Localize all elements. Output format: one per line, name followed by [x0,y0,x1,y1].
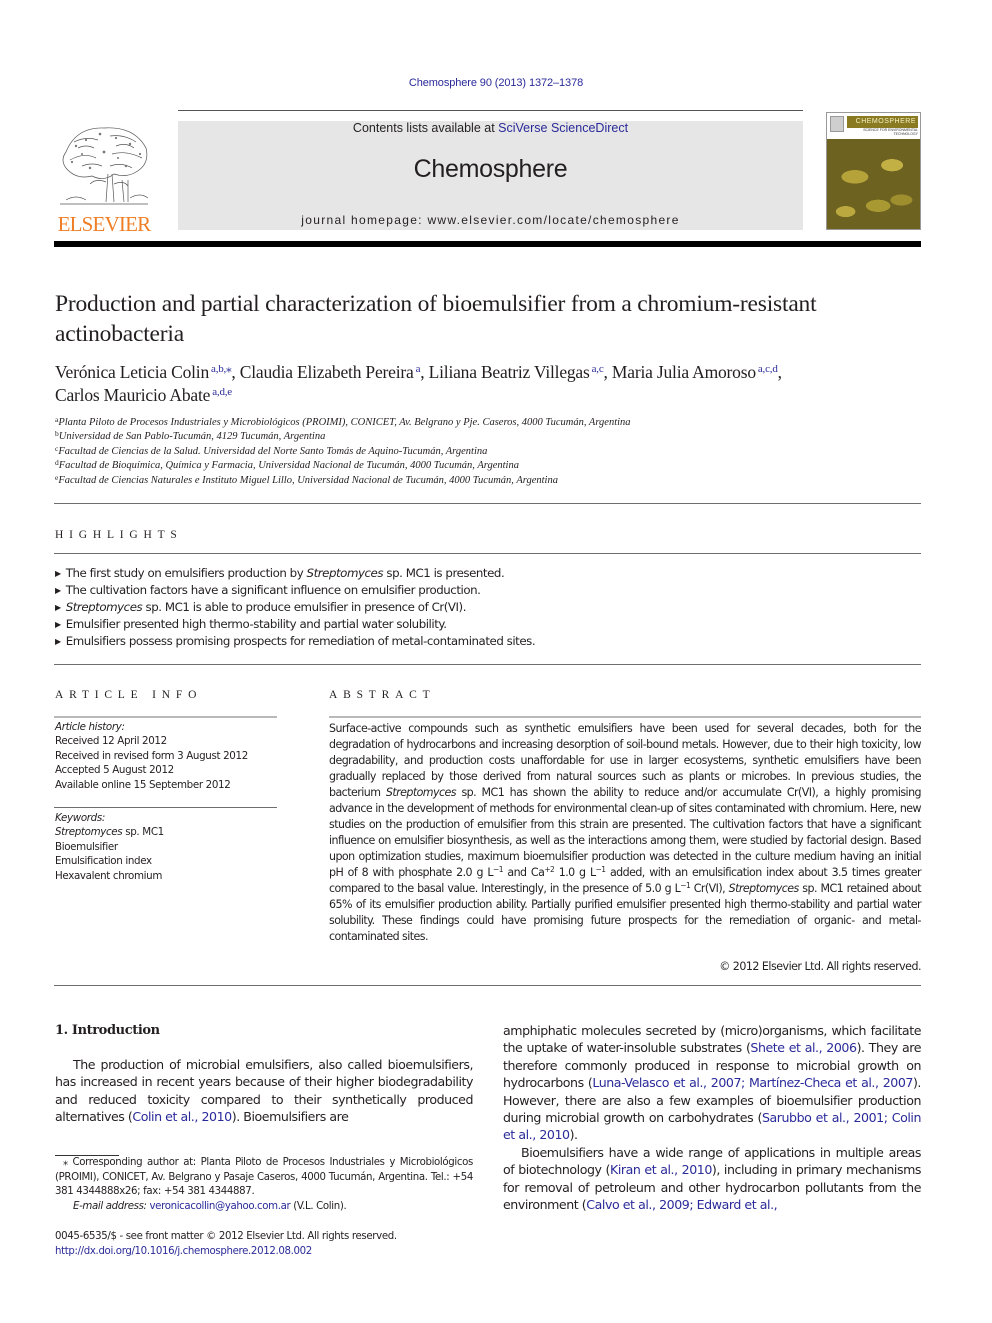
author-name: Liliana Beatriz Villegas [428,362,590,382]
author-name: Claudia Elizabeth Pereira [239,362,414,382]
history-item: Received in revised form 3 August 2012 [55,749,248,762]
divider [54,985,921,986]
keyword-item: Hexavalent chromium [55,869,163,882]
author-name: Maria Julia Amoroso [611,362,756,382]
affiliation-item: aPlanta Piloto de Procesos Industriales … [55,416,925,430]
keyword-item: Streptomyces sp. MC1 [55,825,285,839]
highlights-heading: HIGHLIGHTS [55,529,183,541]
article-info-heading: ARTICLE INFO [55,689,203,701]
header-top-rule [178,110,803,111]
affiliation-text: Facultad de Bioquímica, Química y Farmac… [58,460,519,472]
elsevier-tree-icon [60,127,149,205]
journal-name: Chemosphere [413,155,568,183]
doi-link[interactable]: http://dx.doi.org/10.1016/j.chemosphere.… [55,1245,485,1260]
affiliation-list: aPlanta Piloto de Procesos Industriales … [55,416,925,488]
cover-title: CHEMOSPHERE [847,116,918,128]
highlights-list: ▶ The first study on emulsifiers producti… [55,565,925,650]
email-link[interactable]: veronicacollin@yahoo.com.ar [150,1201,291,1212]
keyword-item: Bioemulsifier [55,840,118,853]
highlight-item: ▶ Emulsifier presented high thermo-stabil… [55,617,447,631]
page-footer: 0045-6535/$ - see front matter © 2012 El… [55,1230,485,1259]
affiliation-item: dFacultad de Bioquímica, Química y Farma… [55,459,925,473]
keywords: Keywords: Streptomyces sp. MC1 Bioemulsi… [55,811,285,883]
affiliation-text: Facultad de Ciencias de la Salud. Univer… [58,445,488,457]
elsevier-wordmark: ELSEVIER [57,212,152,236]
divider [54,553,921,554]
bullet-triangle-icon: ▶ [55,569,61,578]
section-heading-introduction: 1. Introduction [55,1023,160,1038]
author-separator: , [420,362,429,382]
divider [54,503,921,504]
bullet-triangle-icon: ▶ [55,586,61,595]
sciencedirect-link[interactable]: SciVerse ScienceDirect [498,121,628,135]
keywords-label: Keywords: [55,812,105,824]
abstract-copyright: © 2012 Elsevier Ltd. All rights reserved… [719,960,921,973]
abstract-heading: ABSTRACT [329,689,436,701]
highlight-item: ▶ Streptomyces sp. MC1 is able to produce… [55,600,467,614]
affiliation-text: Planta Piloto de Procesos Industriales y… [58,417,631,428]
journal-citation[interactable]: Chemosphere 90 (2013) 1372–1378 [0,77,992,89]
paragraph: The production of microbial emulsifiers,… [55,1057,473,1125]
history-item: Available online 15 September 2012 [55,778,231,791]
affiliation-text: Facultad de Ciencias Naturales e Institu… [58,474,558,486]
footnote-text: ⁎ Corresponding author at: Planta Piloto… [55,1157,473,1198]
article-history: Article history: Received 12 April 2012 … [55,720,285,792]
article-title: Production and partial characterization … [55,291,817,347]
cover-publisher-icon [830,116,844,132]
issn-line: 0045-6535/$ - see front matter © 2012 El… [55,1231,397,1242]
divider [54,807,277,808]
divider [329,716,921,718]
bullet-triangle-icon: ▶ [55,637,61,646]
author-list: Verónica Leticia Colin a,b,⁎, Claudia El… [55,361,925,407]
abstract-text: Surface-active compounds such as synthet… [329,722,922,943]
corresponding-author-footnote: ⁎ Corresponding author at: Planta Piloto… [55,1156,473,1214]
affiliation-marker[interactable]: a,b,⁎ [209,363,232,375]
contents-availability: Contents lists available at SciVerse Sci… [178,121,803,135]
affiliation-text: Universidad de San Pablo-Tucumán, 4129 T… [58,431,326,443]
affiliation-marker[interactable]: a,c [590,363,604,375]
introduction-right-column: amphiphatic molecules secreted by (micro… [503,1022,921,1213]
journal-cover-image: CHEMOSPHERE SCIENCE FOR ENVIRONMENTAL TE… [826,112,921,230]
paragraph: amphiphatic molecules secreted by (micro… [503,1023,922,1143]
header-thick-rule [54,241,921,247]
reference-link[interactable]: Calvo et al., 2009; Edward et al., [586,1197,777,1212]
reference-link[interactable]: Luna-Velasco et al., 2007; Martínez-Chec… [592,1075,913,1090]
affiliation-item: bUniversidad de San Pablo-Tucumán, 4129 … [55,430,925,444]
affiliation-marker[interactable]: a,c,d [756,363,778,375]
introduction-left-column: The production of microbial emulsifiers,… [55,1056,473,1126]
keyword-italic: Streptomyces [55,826,123,839]
footnote-email: E-mail address: veronicacollin@yahoo.com… [73,1200,347,1212]
keyword-item: Emulsification index [55,855,152,868]
reference-link[interactable]: Shete et al., 2006 [750,1040,857,1055]
keyword-rest: sp. MC1 [122,826,164,839]
author-separator: , [777,362,782,382]
journal-homepage: journal homepage: www.elsevier.com/locat… [178,213,803,227]
highlight-item: ▶ The cultivation factors have a signific… [55,583,481,597]
reference-link[interactable]: Colin et al., 2010 [132,1109,232,1124]
author-name: Verónica Leticia Colin [55,362,210,382]
bullet-triangle-icon: ▶ [55,603,61,612]
elsevier-logo: ELSEVIER [54,118,154,236]
author-separator: , [603,362,612,382]
history-item: Accepted 5 August 2012 [55,764,174,777]
cover-subtitle: SCIENCE FOR ENVIRONMENTAL TECHNOLOGY [863,128,918,136]
author-name: Carlos Mauricio Abate [55,385,211,405]
divider [54,664,921,665]
article-history-label: Article history: [55,721,125,733]
affiliation-item: cFacultad de Ciencias de la Salud. Unive… [55,445,925,459]
author-separator: , [231,362,240,382]
highlight-item: ▶ The first study on emulsifiers producti… [55,566,505,580]
bullet-triangle-icon: ▶ [55,620,61,629]
homepage-url[interactable]: www.elsevier.com/locate/chemosphere [427,213,679,227]
homepage-label: journal homepage: [301,213,428,227]
highlight-item: ▶ Emulsifiers possess promising prospects… [55,634,536,648]
reference-link[interactable]: Kiran et al., 2010 [610,1162,712,1177]
history-item: Received 12 April 2012 [55,735,167,748]
contents-prefix: Contents lists available at [352,121,499,135]
paragraph: Bioemulsifiers have a wide range of appl… [503,1144,922,1213]
affiliation-marker[interactable]: a,d,e [210,386,232,398]
affiliation-item: eFacultad de Ciencias Naturales e Instit… [55,473,925,488]
divider [54,716,277,718]
